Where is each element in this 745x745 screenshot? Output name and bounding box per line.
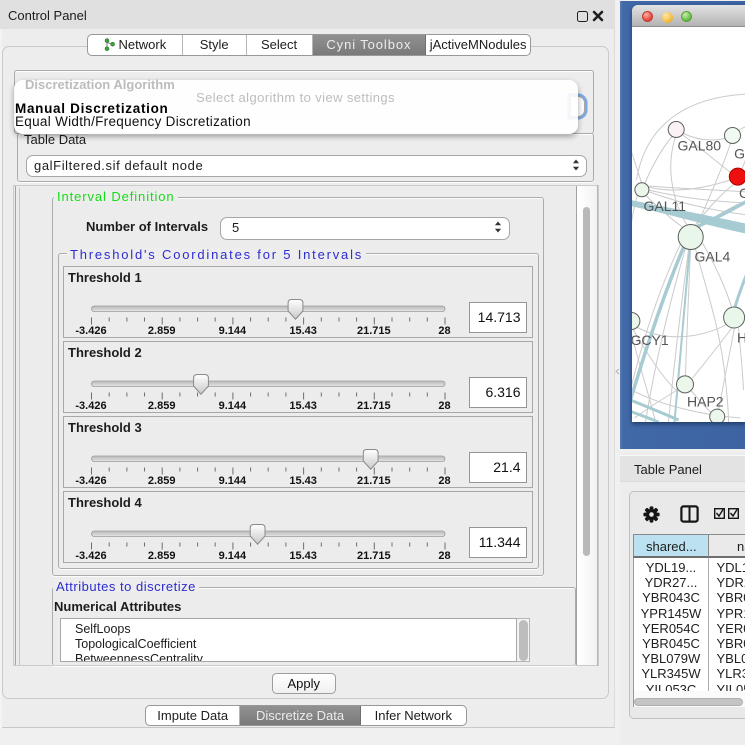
svg-text:GCY1: GCY1 bbox=[632, 332, 669, 348]
svg-text:HAP2: HAP2 bbox=[687, 394, 724, 410]
svg-text:GAL: GAL bbox=[734, 146, 745, 162]
svg-text:GAL80: GAL80 bbox=[677, 138, 721, 154]
svg-text:CD: CD bbox=[739, 185, 745, 201]
svg-text:GAL4: GAL4 bbox=[694, 249, 730, 265]
svg-text:HI: HI bbox=[737, 330, 745, 346]
svg-text:GAL11: GAL11 bbox=[643, 198, 686, 214]
